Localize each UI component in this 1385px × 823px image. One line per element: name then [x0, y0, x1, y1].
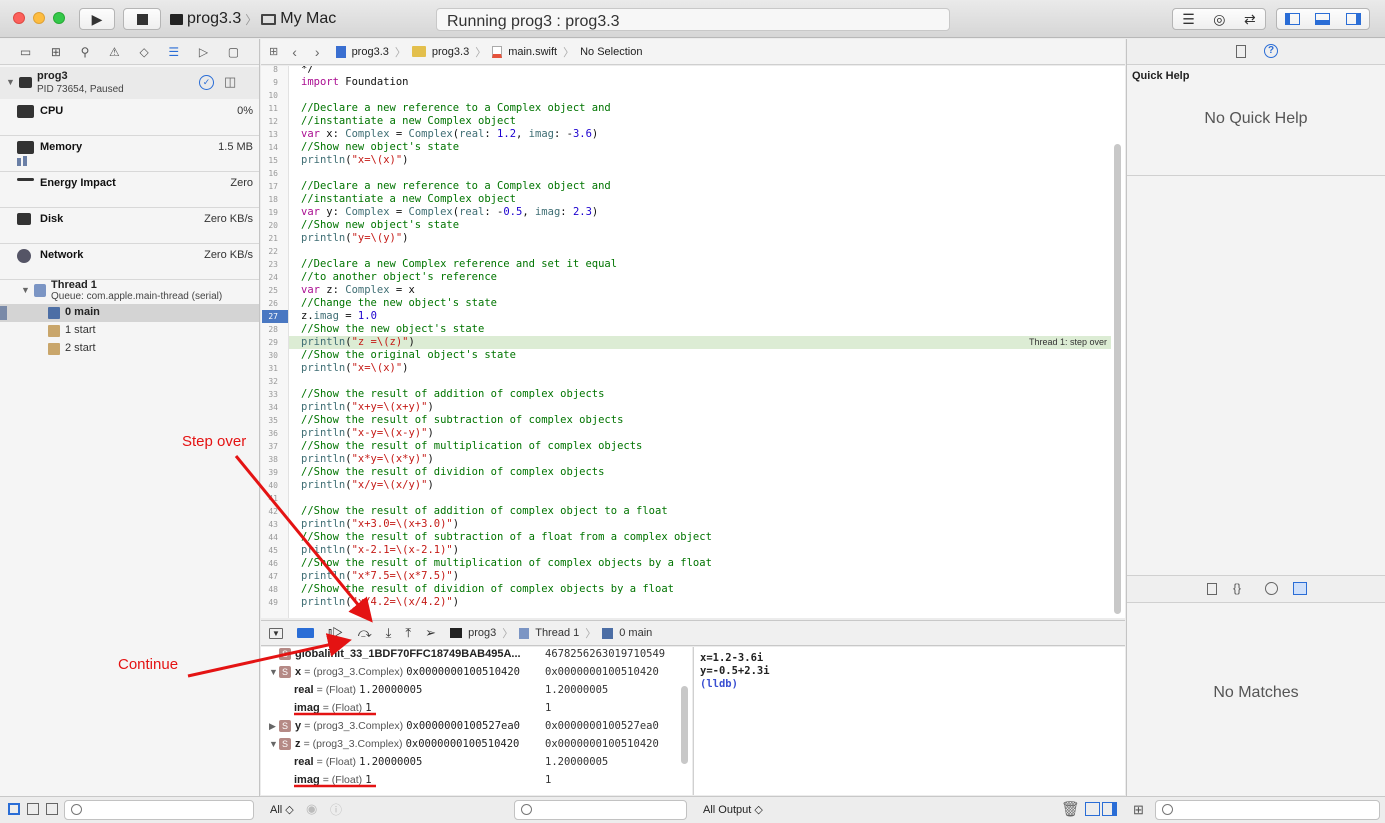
xcode-window: ▶ prog3.3 〉 My Mac Running prog3 : prog3…	[0, 0, 1385, 823]
continue-arrow	[187, 633, 352, 678]
step-over-arrow	[234, 455, 373, 623]
annotation-arrows	[187, 455, 376, 788]
